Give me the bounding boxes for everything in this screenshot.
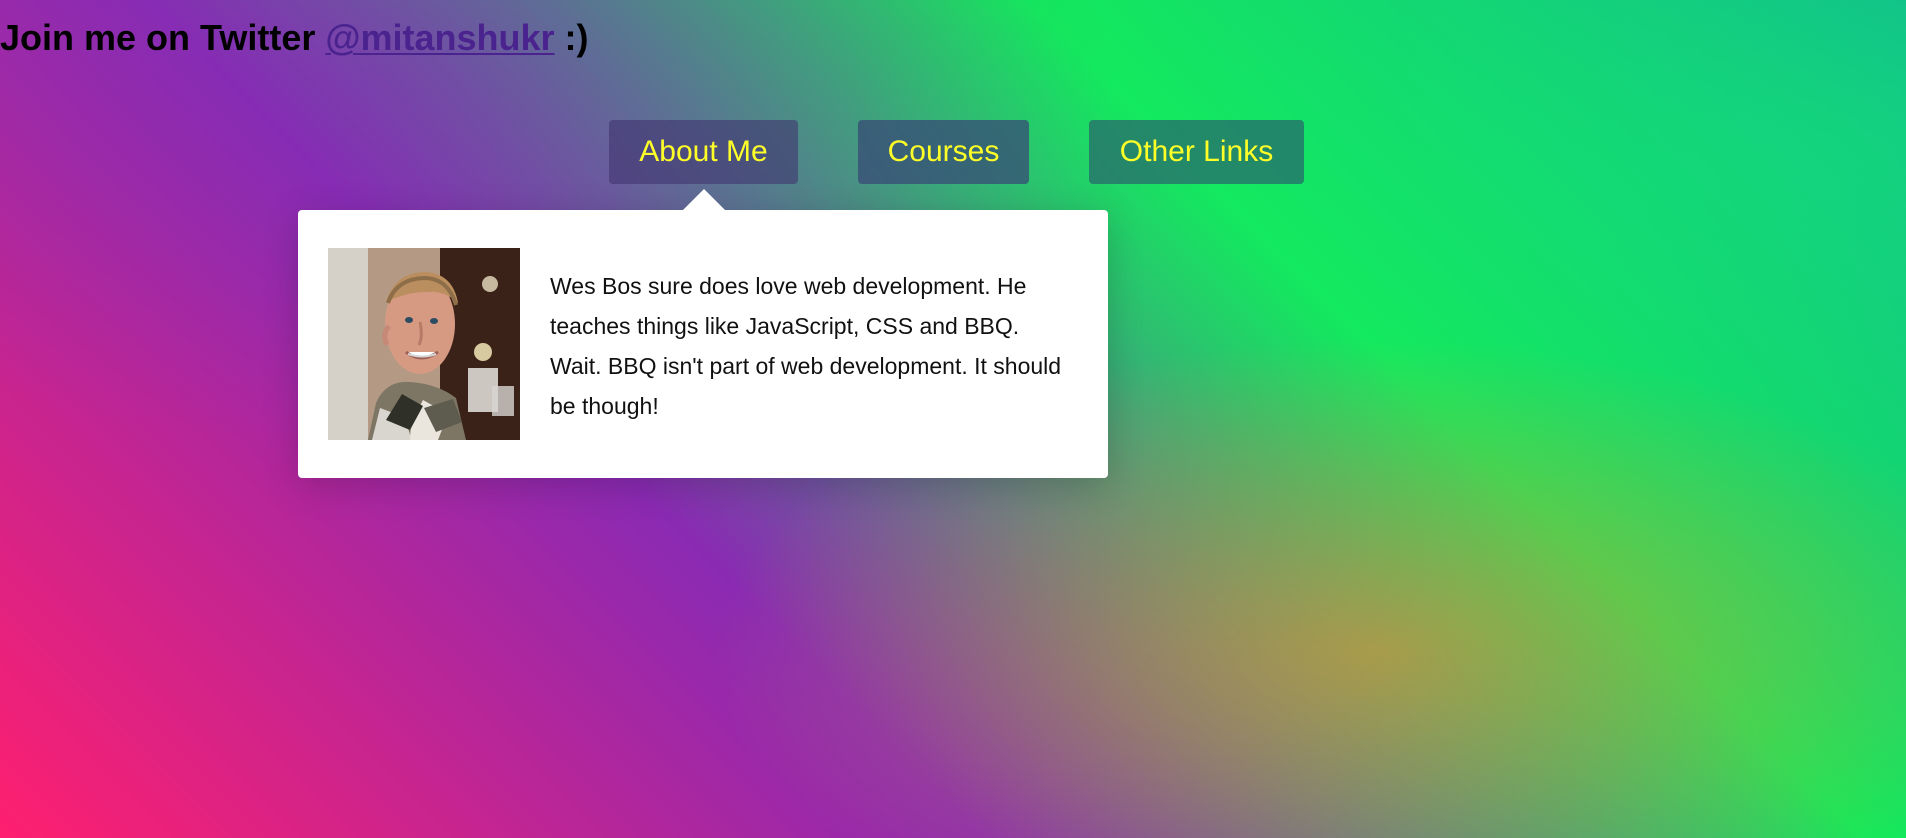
- about-me-bio: Wes Bos sure does love web development. …: [550, 273, 1062, 419]
- avatar: [328, 248, 520, 440]
- nav-item-label: Courses: [887, 135, 1000, 168]
- profile-photo-icon: [328, 248, 520, 440]
- nav-item-courses[interactable]: Courses: [858, 120, 1029, 184]
- twitter-handle-link[interactable]: @mitanshukr: [325, 17, 554, 58]
- nav-item-label: About Me: [639, 135, 768, 168]
- nav-item-about-me[interactable]: About Me: [609, 120, 798, 184]
- headline-suffix: :): [554, 17, 589, 58]
- about-me-popover: Wes Bos sure does love web development. …: [298, 210, 1108, 478]
- twitter-headline: Join me on Twitter @mitanshukr :): [0, 14, 589, 62]
- nav-item-other-links[interactable]: Other Links: [1089, 120, 1304, 184]
- popover-pointer: [682, 189, 726, 211]
- headline-prefix: Join me on Twitter: [0, 17, 326, 58]
- nav-item-label: Other Links: [1119, 135, 1274, 168]
